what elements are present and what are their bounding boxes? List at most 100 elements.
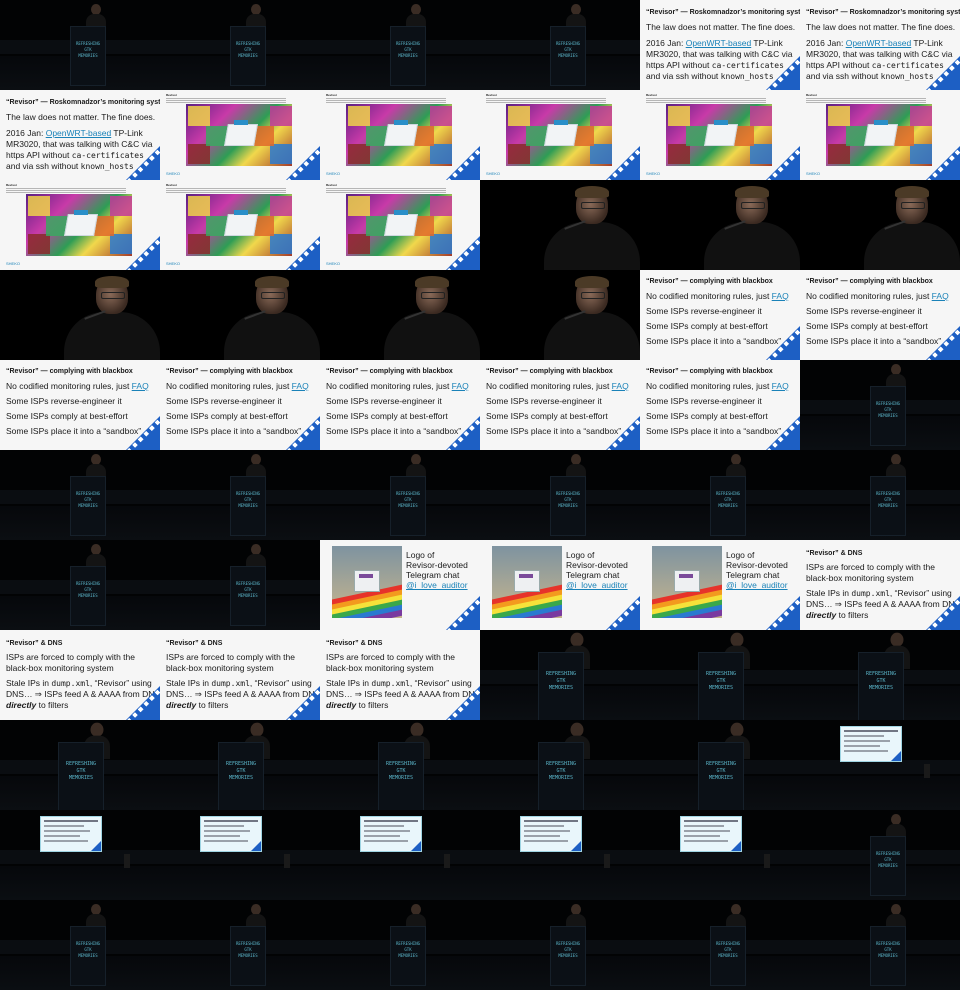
faq-link[interactable]: FAQ [612,381,629,391]
podium-sign-line: MEMORIES [878,413,898,418]
video-frame-thumbnail[interactable]: “Revisor” — Roskomnadzor’s monitoring sy… [640,0,800,90]
slide-text-line [684,825,724,827]
caption-line: Telegram chat [566,570,620,580]
video-frame-thumbnail[interactable]: REFRESHING GTK MEMORIES [800,360,960,450]
slide-title: Revisor [806,93,818,97]
video-frame-thumbnail[interactable]: REFRESHING GTK MEMORIES [0,900,160,990]
chain-corner-logo [126,416,160,450]
faq-link[interactable]: FAQ [292,381,309,391]
telegram-chat-link[interactable]: @i_love_auditor [566,580,628,590]
video-frame-thumbnail[interactable]: REFRESHING GTK MEMORIES [480,900,640,990]
video-frame-thumbnail[interactable]: REFRESHING GTK MEMORIES [480,720,640,810]
video-frame-thumbnail[interactable]: Revisor SHEKO [320,90,480,180]
slide-line: 2016 Jan: OpenWRT-based TP-Link [806,38,943,48]
video-frame-thumbnail[interactable] [0,270,160,360]
video-frame-thumbnail[interactable] [480,180,640,270]
faq-link[interactable]: FAQ [452,381,469,391]
openwrt-link[interactable]: OpenWRT-based [686,38,752,48]
video-frame-thumbnail[interactable]: Revisor SHEKO [0,180,160,270]
chain-corner-logo [891,751,901,761]
video-frame-thumbnail[interactable]: “Revisor” & DNS ISPs are forced to comply… [0,630,160,720]
slide-line: black-box monitoring system [326,663,434,673]
video-frame-thumbnail[interactable]: REFRESHING GTK MEMORIES [640,630,800,720]
video-frame-thumbnail[interactable]: Revisor SHEKO [800,90,960,180]
video-frame-thumbnail[interactable]: REFRESHING GTK MEMORIES [160,720,320,810]
video-frame-thumbnail[interactable]: REFRESHING GTK MEMORIES [800,630,960,720]
video-frame-thumbnail[interactable]: REFRESHING GTK MEMORIES [640,900,800,990]
video-frame-thumbnail[interactable]: “Revisor” — complying with blackbox No co… [640,270,800,360]
video-frame-thumbnail[interactable]: “Revisor” — complying with blackbox No co… [320,360,480,450]
video-frame-thumbnail[interactable]: “Revisor” — Roskomnadzor’s monitoring sy… [800,0,960,90]
video-frame-thumbnail[interactable]: REFRESHING GTK MEMORIES [160,900,320,990]
video-frame-thumbnail[interactable]: Revisor SHEKO [320,180,480,270]
slide-text: to filters [36,700,69,710]
video-frame-thumbnail[interactable]: REFRESHING GTK MEMORIES [160,0,320,90]
video-frame-thumbnail[interactable] [160,810,320,900]
video-frame-thumbnail[interactable] [0,810,160,900]
podium-sign: REFRESHING GTK MEMORIES [713,491,743,509]
slide-line: https API without ca-certificates [806,60,944,70]
video-frame-thumbnail[interactable]: REFRESHING GTK MEMORIES [320,900,480,990]
video-frame-thumbnail[interactable]: Logo of Revisor-devoted Telegram chat @i_lo… [640,540,800,630]
code-text: dump.xml [851,589,890,598]
faq-link[interactable]: FAQ [132,381,149,391]
video-frame-thumbnail[interactable]: REFRESHING GTK MEMORIES [480,630,640,720]
router-label [874,120,888,125]
video-frame-thumbnail[interactable]: REFRESHING GTK MEMORIES [640,720,800,810]
video-frame-thumbnail[interactable]: REFRESHING GTK MEMORIES [0,0,160,90]
slide-text-line [524,835,560,837]
video-frame-thumbnail[interactable]: REFRESHING GTK MEMORIES [320,450,480,540]
video-frame-thumbnail[interactable]: “Revisor” — complying with blackbox No co… [640,360,800,450]
faq-link[interactable]: FAQ [772,381,789,391]
video-frame-thumbnail[interactable] [800,720,960,810]
chain-corner-logo [446,416,480,450]
telegram-chat-link[interactable]: @i_love_auditor [406,580,468,590]
video-frame-thumbnail[interactable]: REFRESHING GTK MEMORIES [800,810,960,900]
video-frame-thumbnail[interactable]: REFRESHING GTK MEMORIES [480,0,640,90]
chain-corner-logo [606,416,640,450]
video-frame-thumbnail[interactable]: REFRESHING GTK MEMORIES [800,450,960,540]
video-frame-thumbnail[interactable]: Revisor SHEKO [160,90,320,180]
video-frame-thumbnail[interactable]: Logo of Revisor-devoted Telegram chat @i_lo… [480,540,640,630]
video-frame-thumbnail[interactable] [640,810,800,900]
telegram-chat-link[interactable]: @i_love_auditor [726,580,788,590]
podium-sign: REFRESHING GTK MEMORIES [73,581,103,599]
openwrt-link[interactable]: OpenWRT-based [46,128,112,138]
video-frame-thumbnail[interactable]: Revisor SHEKO [640,90,800,180]
video-frame-thumbnail[interactable]: “Revisor” & DNS ISPs are forced to comply… [320,630,480,720]
faq-link[interactable]: FAQ [932,291,949,301]
video-frame-thumbnail[interactable] [160,270,320,360]
video-frame-thumbnail[interactable]: REFRESHING GTK MEMORIES [0,450,160,540]
video-frame-thumbnail[interactable]: “Revisor” — complying with blackbox No co… [0,360,160,450]
slide-line: Some ISPs comply at best-effort [646,321,768,331]
video-frame-thumbnail[interactable]: REFRESHING GTK MEMORIES [320,0,480,90]
video-frame-thumbnail[interactable]: “Revisor” — complying with blackbox No co… [480,360,640,450]
video-frame-thumbnail[interactable]: REFRESHING GTK MEMORIES [320,720,480,810]
video-frame-thumbnail[interactable] [800,180,960,270]
video-frame-thumbnail[interactable] [480,270,640,360]
video-frame-thumbnail[interactable]: REFRESHING GTK MEMORIES [480,450,640,540]
video-frame-thumbnail[interactable]: “Revisor” — complying with blackbox No co… [800,270,960,360]
video-frame-thumbnail[interactable]: REFRESHING GTK MEMORIES [0,720,160,810]
video-frame-thumbnail[interactable]: Revisor SHEKO [160,180,320,270]
video-frame-thumbnail[interactable] [480,810,640,900]
video-frame-thumbnail[interactable]: “Revisor” & DNS ISPs are forced to comply… [160,630,320,720]
video-frame-thumbnail[interactable]: REFRESHING GTK MEMORIES [160,450,320,540]
video-frame-thumbnail[interactable]: REFRESHING GTK MEMORIES [800,900,960,990]
slide-line: No codified monitoring rules, just FAQ [646,291,789,301]
video-frame-thumbnail[interactable]: Revisor SHEKO [480,90,640,180]
podium: REFRESHING GTK MEMORIES [550,926,586,986]
video-frame-thumbnail[interactable]: REFRESHING GTK MEMORIES [640,450,800,540]
video-frame-thumbnail[interactable]: Logo of Revisor-devoted Telegram chat @i_lo… [320,540,480,630]
meme-collage-image [346,104,452,166]
video-frame-thumbnail[interactable]: “Revisor” — Roskomnadzor’s monitoring sy… [0,90,160,180]
video-frame-thumbnail[interactable]: “Revisor” — complying with blackbox No co… [160,360,320,450]
video-frame-thumbnail[interactable]: REFRESHING GTK MEMORIES [160,540,320,630]
faq-link[interactable]: FAQ [772,291,789,301]
openwrt-link[interactable]: OpenWRT-based [846,38,912,48]
video-frame-thumbnail[interactable]: “Revisor” & DNS ISPs are forced to comply… [800,540,960,630]
video-frame-thumbnail[interactable]: REFRESHING GTK MEMORIES [0,540,160,630]
video-frame-thumbnail[interactable] [320,810,480,900]
video-frame-thumbnail[interactable] [640,180,800,270]
video-frame-thumbnail[interactable] [320,270,480,360]
